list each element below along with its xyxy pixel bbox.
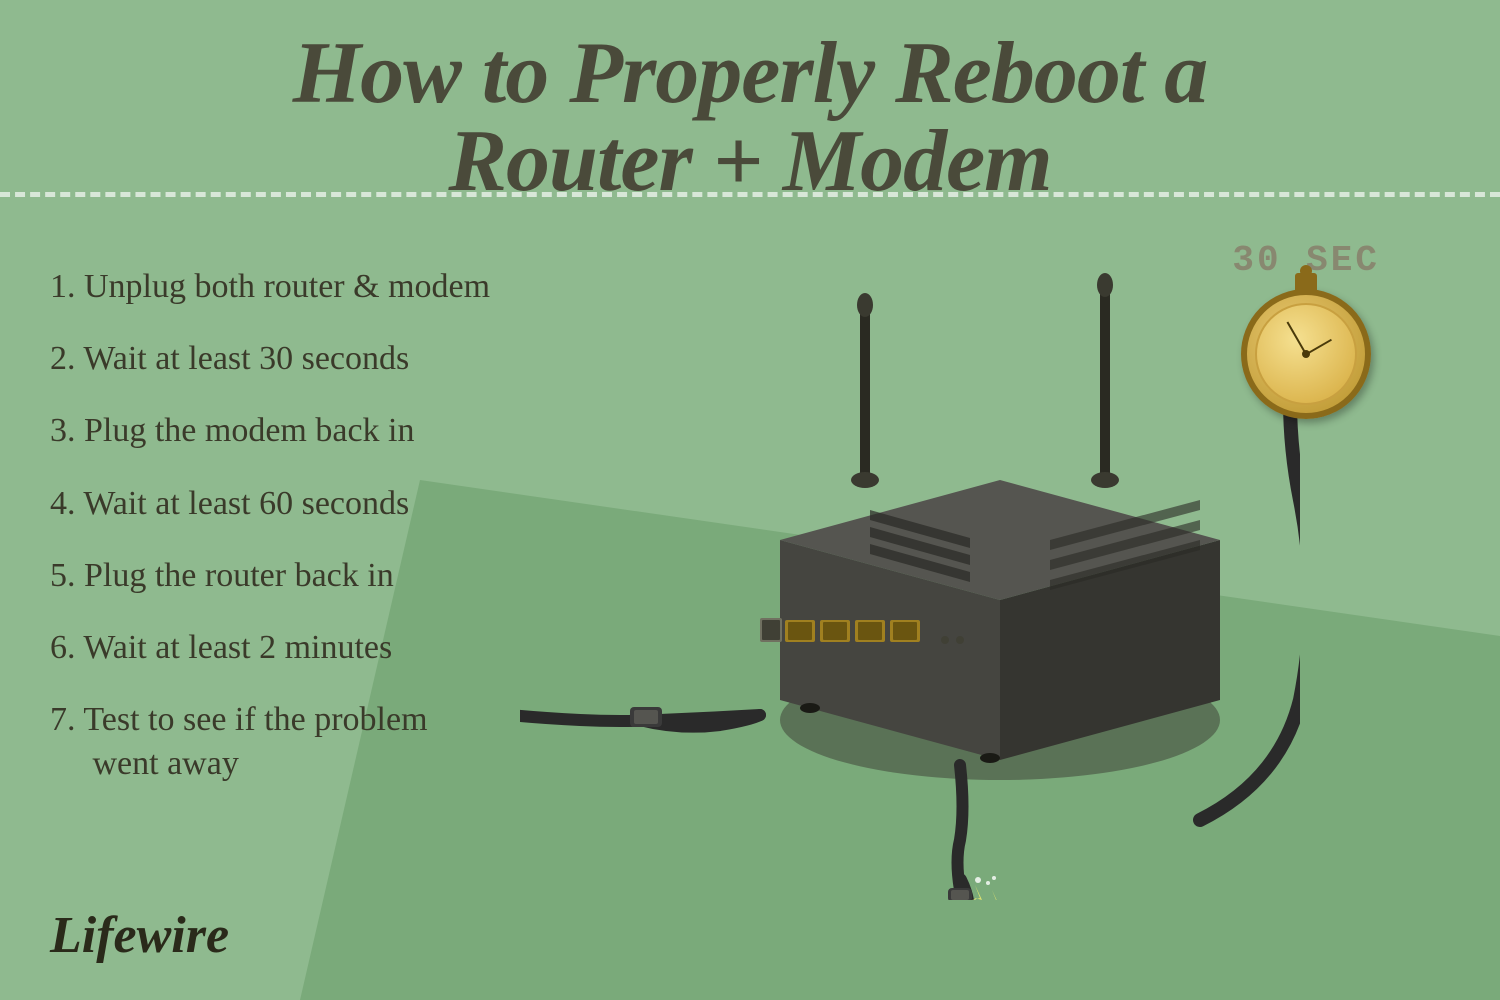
- step-1-text: 1.: [50, 268, 76, 305]
- step-4: 4. Wait at least 60 seconds: [50, 482, 530, 526]
- stopwatch-container: 30 SEC: [1232, 240, 1380, 419]
- step-2: 2. Wait at least 30 seconds: [50, 337, 530, 381]
- step-6-text: 6.: [50, 629, 76, 666]
- stopwatch-crown: [1295, 273, 1317, 295]
- step-1: 1. Unplug both router & modem: [50, 265, 530, 309]
- steps-container: 1. Unplug both router & modem 2. Wait at…: [50, 265, 530, 787]
- stopwatch-face: [1241, 289, 1371, 419]
- step-3-text: 3.: [50, 412, 76, 449]
- step-6-label: Wait at least 2 minutes: [83, 629, 392, 666]
- step-7-text: 7. Test to see if the problem went away: [50, 701, 428, 782]
- router-illustration: [520, 200, 1300, 900]
- step-4-text: 4.: [50, 485, 76, 522]
- step-3-label: Plug the modem back in: [84, 412, 415, 449]
- step-5-label: Plug the router back in: [84, 557, 394, 594]
- stopwatch-dial: [1255, 303, 1357, 405]
- step-2-label: Wait at least 30 seconds: [83, 340, 409, 377]
- step-1-label: Unplug both router & modem: [84, 268, 490, 305]
- step-5-text: 5.: [50, 557, 76, 594]
- title-line1: How to Properly Reboot a: [0, 30, 1500, 118]
- step-2-text: 2.: [50, 340, 76, 377]
- step-7: 7. Test to see if the problem went away: [50, 698, 530, 786]
- watch-center: [1302, 350, 1310, 358]
- step-4-label: Wait at least 60 seconds: [83, 485, 409, 522]
- lifewire-logo: Lifewire: [50, 906, 229, 965]
- router-svg: [520, 200, 1300, 900]
- step-5: 5. Plug the router back in: [50, 554, 530, 598]
- title-line2: Router + Modem: [0, 118, 1500, 206]
- step-6: 6. Wait at least 2 minutes: [50, 626, 530, 670]
- step-3: 3. Plug the modem back in: [50, 409, 530, 453]
- title-container: How to Properly Reboot a Router + Modem: [0, 30, 1500, 206]
